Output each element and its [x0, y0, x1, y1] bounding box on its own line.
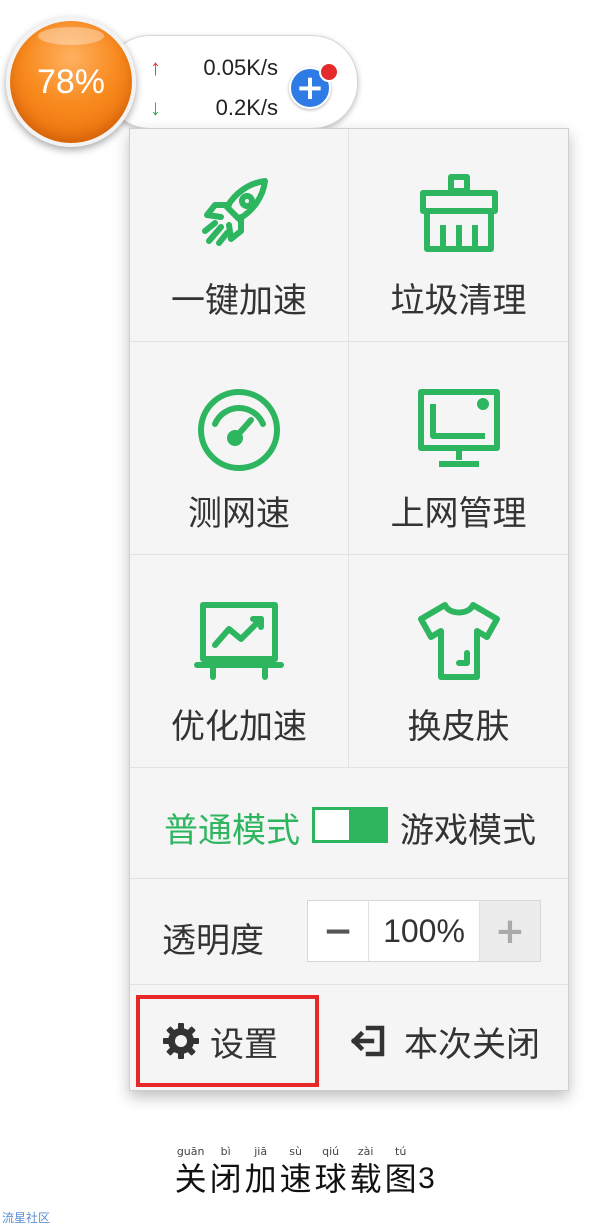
ball-menu-panel: 一键加速 垃圾清理 测网速 上网管理 优化加速 换皮肤 普通模式 游戏模式 透明… [129, 128, 569, 1091]
download-speed: 0.2K/s [215, 95, 278, 120]
tile-label: 换皮肤 [407, 707, 510, 747]
gear-icon [163, 1023, 199, 1059]
caption-number: 3 [418, 1162, 435, 1195]
opacity-decrease-button[interactable]: − [308, 901, 369, 961]
exit-icon [350, 1025, 385, 1057]
opacity-row: 透明度 − 100% + [130, 879, 568, 985]
tile-label: 上网管理 [390, 494, 527, 534]
caption-char: bì 闭 [209, 1145, 242, 1198]
speed-ball[interactable]: 78% [6, 17, 136, 147]
close-label: 本次关闭 [404, 1024, 540, 1065]
caption-char: guān 关 [174, 1145, 207, 1198]
opacity-stepper: − 100% + [307, 900, 541, 962]
tile-internet-management[interactable]: 上网管理 [349, 342, 568, 555]
opacity-value[interactable]: 100% [369, 901, 479, 961]
download-arrow-icon: ↓ [150, 95, 161, 120]
chart-board-icon [194, 602, 284, 680]
notification-dot [319, 62, 339, 82]
tile-label: 垃圾清理 [390, 281, 527, 321]
tile-speed-test[interactable]: 测网速 [130, 342, 349, 555]
mode-toggle[interactable] [312, 807, 388, 843]
caption-line: guān 关 bì 闭 jiā 加 sù 速 qiú 球 zài 载 tú 图 3 [173, 1145, 435, 1199]
toggle-knob [349, 810, 385, 840]
settings-label: 设置 [210, 1024, 278, 1065]
tile-one-click-accelerate[interactable]: 一键加速 [130, 129, 349, 342]
opacity-label: 透明度 [162, 921, 264, 961]
monitor-icon [417, 389, 500, 467]
caption-char: jiā 加 [244, 1145, 277, 1198]
site-watermark: 流星社区 [2, 1211, 51, 1225]
tile-label: 一键加速 [171, 281, 307, 321]
settings-button[interactable]: 设置 [138, 997, 318, 1085]
tile-label: 测网速 [188, 494, 290, 534]
speedometer-icon [198, 389, 280, 471]
broom-icon [419, 174, 498, 252]
normal-mode-label[interactable]: 普通模式 [164, 803, 300, 852]
game-mode-label[interactable]: 游戏模式 [400, 803, 536, 852]
tile-junk-cleanup[interactable]: 垃圾清理 [349, 129, 568, 342]
upload-speed: 0.05K/s [203, 55, 278, 80]
mode-switch-row: 普通模式 游戏模式 [130, 769, 568, 879]
caption-char: zài 载 [349, 1145, 382, 1198]
caption-char: qiú 球 [314, 1145, 347, 1198]
tile-label: 优化加速 [171, 707, 307, 747]
tool-grid: 一键加速 垃圾清理 测网速 上网管理 优化加速 换皮肤 [130, 129, 568, 769]
upload-speed-row: ↑ 0.05K/s [150, 53, 278, 83]
figure-caption: guān 关 bì 闭 jiā 加 sù 速 qiú 球 zài 载 tú 图 3 [0, 1140, 608, 1199]
memory-percent: 78% [36, 62, 106, 101]
opacity-increase-button[interactable]: + [479, 901, 540, 961]
bottom-actions: 设置 本次关闭 [130, 985, 568, 1090]
tile-change-skin[interactable]: 换皮肤 [349, 555, 568, 768]
tshirt-icon [417, 602, 500, 680]
close-this-time-button[interactable]: 本次关闭 [348, 997, 558, 1085]
caption-char: tú 图 [384, 1145, 417, 1198]
tile-optimize-accelerate[interactable]: 优化加速 [130, 555, 349, 768]
upload-arrow-icon: ↑ [150, 55, 161, 80]
caption-char: sù 速 [279, 1145, 312, 1198]
rocket-icon [202, 178, 268, 246]
download-speed-row: ↓ 0.2K/s [150, 93, 278, 123]
